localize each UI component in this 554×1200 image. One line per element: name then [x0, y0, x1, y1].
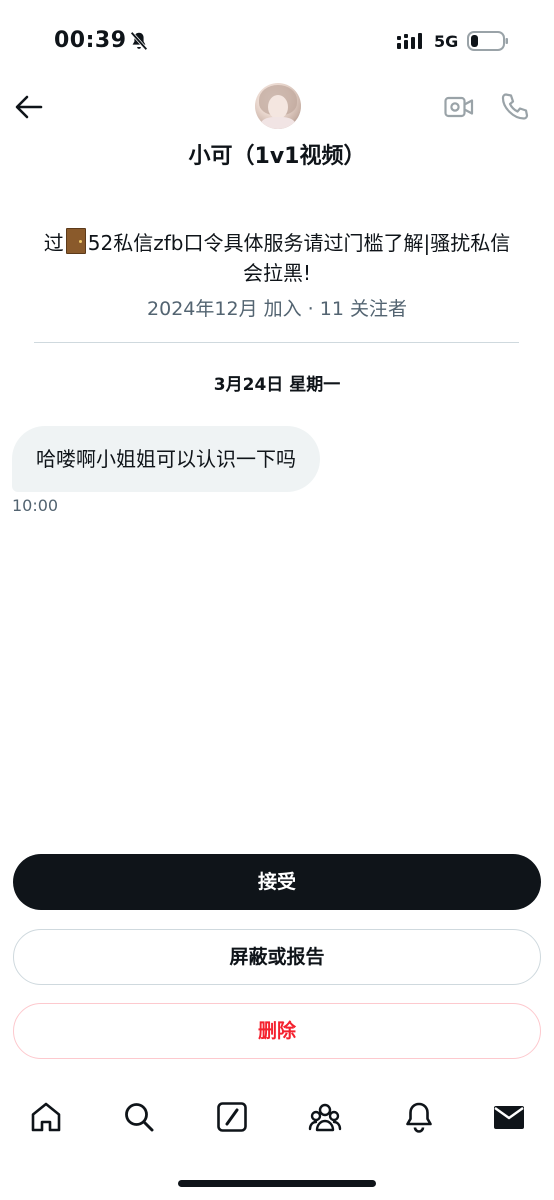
network-type: 5G: [434, 32, 459, 51]
avatar-shirt: [261, 117, 295, 129]
messages-icon[interactable]: [492, 1100, 526, 1134]
compose-icon[interactable]: [215, 1100, 249, 1134]
profile-bio: 过 52私信zfb口令具体服务请过门槛了解|骚扰私信会拉黑!: [40, 228, 514, 288]
message-bubble[interactable]: 哈喽啊小姐姐可以认识一下吗: [12, 426, 320, 492]
conversation-title: 小可（1v1视频）: [188, 144, 366, 169]
accept-button[interactable]: 接受: [13, 854, 541, 910]
bio-text: 52私信zfb口令具体服务请过门槛了解|骚扰私信会拉黑!: [87, 231, 511, 285]
date-separator: 3月24日 星期一: [213, 375, 341, 395]
status-time: 00:39: [54, 28, 127, 53]
divider: [34, 342, 519, 343]
profile-meta: 2024年12月 加入 · 11 关注者: [147, 298, 407, 320]
home-indicator: [178, 1180, 376, 1187]
phone-icon[interactable]: [500, 91, 530, 121]
back-arrow-icon[interactable]: [14, 94, 44, 120]
search-icon[interactable]: [122, 1100, 156, 1134]
video-camera-icon[interactable]: [444, 95, 474, 119]
avatar-face: [268, 95, 288, 119]
block-or-report-button[interactable]: 屏蔽或报告: [13, 929, 541, 985]
bell-muted-icon: [130, 31, 148, 51]
avatar[interactable]: [255, 83, 301, 129]
delete-button[interactable]: 删除: [13, 1003, 541, 1059]
home-icon[interactable]: [29, 1100, 63, 1134]
cellular-signal-icon: [397, 33, 422, 49]
bio-prefix: 过: [43, 231, 64, 255]
communities-icon[interactable]: [308, 1100, 342, 1134]
notifications-icon[interactable]: [402, 1100, 436, 1134]
message-timestamp: 10:00: [12, 496, 59, 515]
battery-icon: [467, 31, 508, 51]
door-icon: [65, 228, 86, 254]
